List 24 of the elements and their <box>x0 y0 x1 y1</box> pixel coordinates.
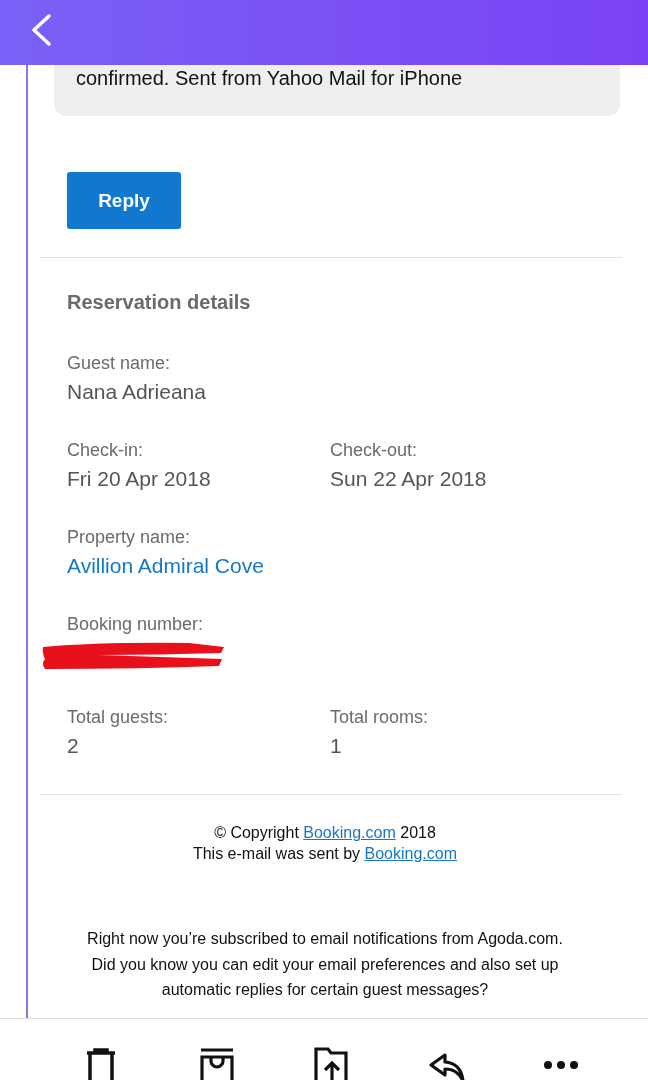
quoted-message: confirmed. Sent from Yahoo Mail for iPhone <box>76 67 463 89</box>
field-label: Check-in: <box>67 440 144 461</box>
back-icon[interactable] <box>30 13 52 47</box>
footer-link[interactable]: Booking.com <box>364 845 458 862</box>
reply-button[interactable]: Reply <box>67 172 181 229</box>
field-value: Fri 20 Apr 2018 <box>67 467 211 491</box>
field-value: Sun 22 Apr 2018 <box>330 467 487 491</box>
archive-box-icon[interactable] <box>197 1047 236 1080</box>
field-label: Total guests: <box>67 707 169 728</box>
field-label: Guest name: <box>67 353 171 374</box>
property-link[interactable]: Avillion Admiral Cove <box>67 554 264 578</box>
field-label: Check-out: <box>330 440 418 461</box>
field-label: Total rooms: <box>330 707 429 728</box>
footer-text: © Copyright Booking.com 2018 <box>213 823 437 843</box>
footer-text: This e-mail was sent by Booking.com <box>191 844 459 864</box>
field-label: Property name: <box>67 527 191 548</box>
notice-text: Right now you’re subscribed to email notifications from Agoda.com. Did you know you can edit your email preferences and also set up automatic replies for certain guest messages? <box>86 929 564 1000</box>
field-label: Booking number: <box>67 614 204 635</box>
field-value: Nana Adrieana <box>67 380 206 404</box>
field-value: 2 <box>67 734 79 758</box>
section-title: Reservation details <box>67 291 252 314</box>
footer-link[interactable]: Booking.com <box>303 824 396 841</box>
field-value: 1 <box>330 734 342 758</box>
folder-upload-icon[interactable] <box>312 1047 351 1080</box>
